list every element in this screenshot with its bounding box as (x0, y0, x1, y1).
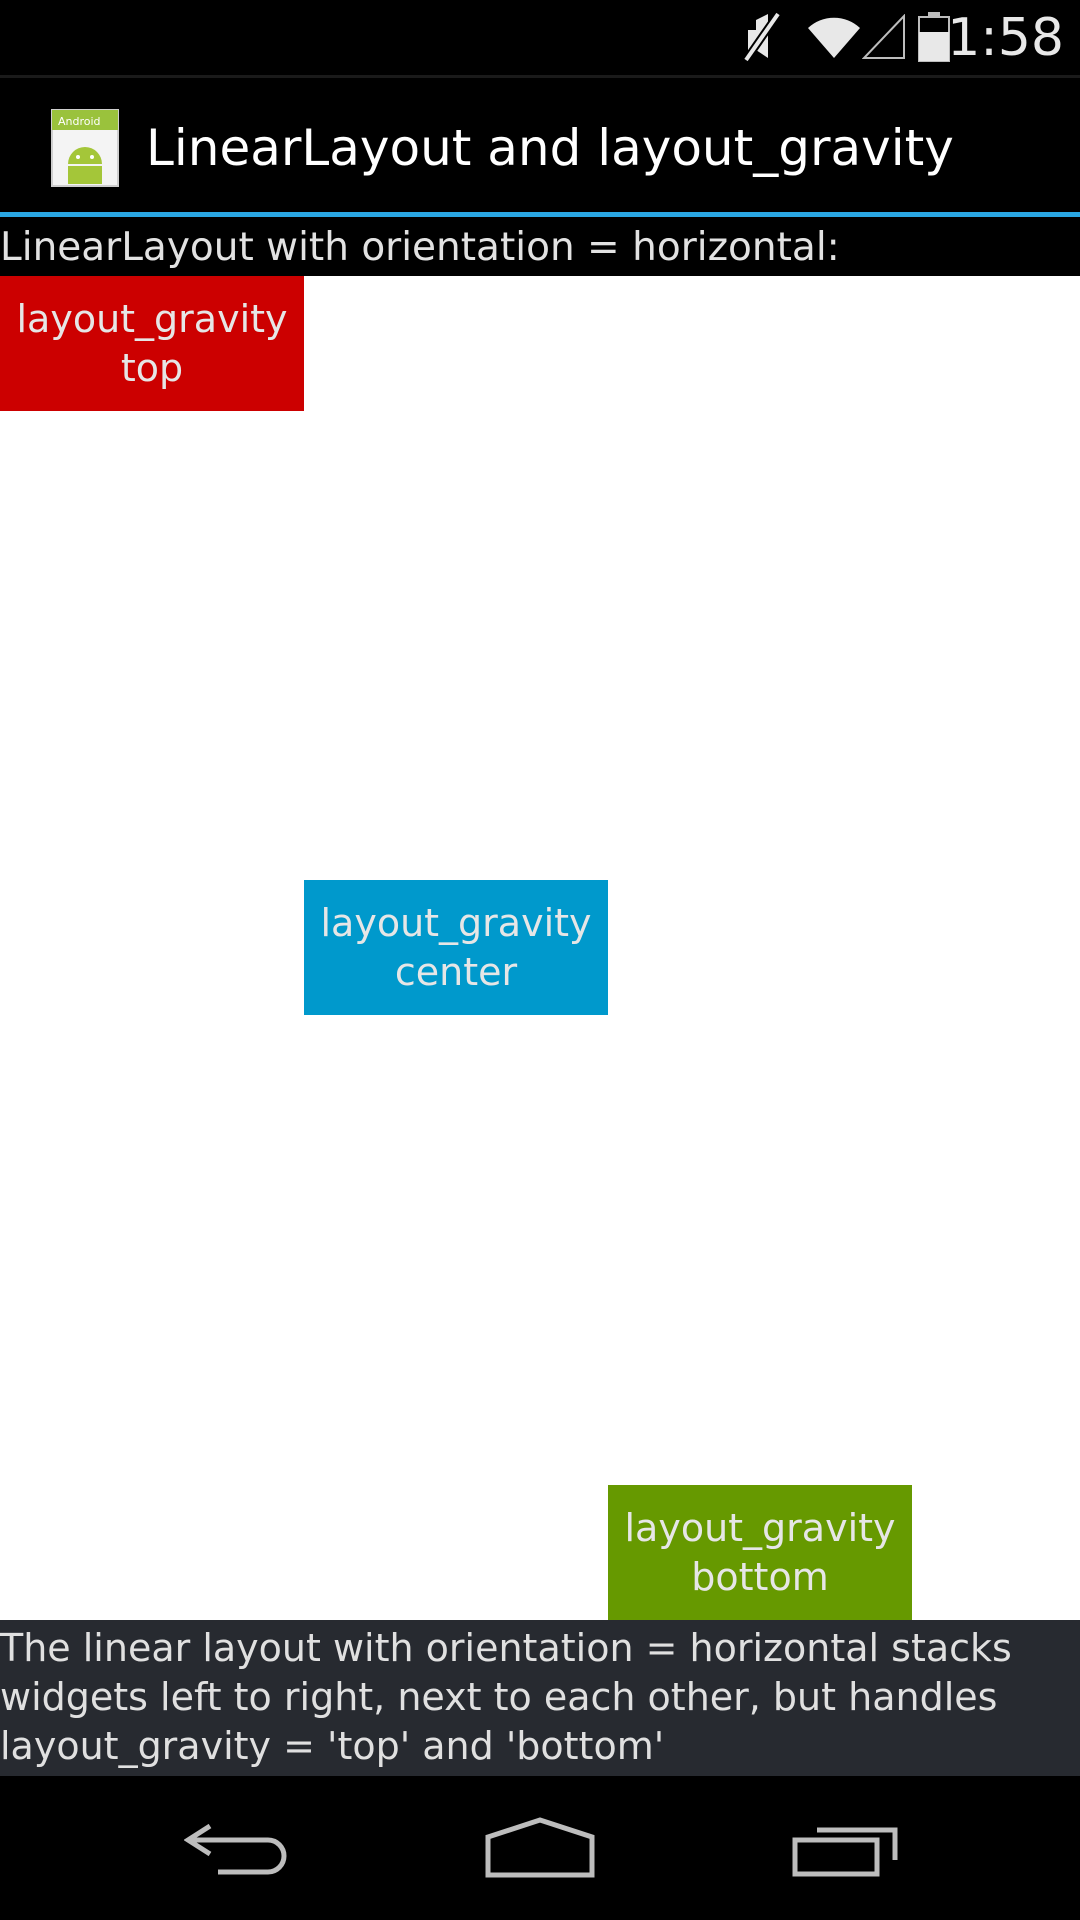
battery-icon (918, 12, 950, 62)
gravity-top-label: layout_gravity (16, 296, 288, 341)
gravity-center-value: center (394, 949, 518, 994)
nav-bar (0, 1776, 1080, 1920)
mute-icon (742, 11, 782, 63)
android-app-icon[interactable]: Android (50, 108, 120, 188)
linear-layout-container: layout_gravity top layout_gravity center… (0, 276, 1080, 1620)
gravity-top-value: top (120, 345, 184, 390)
home-button[interactable] (465, 1802, 615, 1894)
gravity-center-box: layout_gravity center (304, 880, 608, 1015)
action-bar-divider (0, 212, 1080, 217)
recent-apps-button[interactable] (770, 1802, 920, 1894)
status-time: 1:58 (947, 8, 1064, 68)
gravity-bottom-value: bottom (691, 1554, 829, 1599)
back-button[interactable] (164, 1802, 314, 1894)
action-bar: Android LinearLayout and layout_gravity (0, 78, 1080, 214)
gravity-top-box: layout_gravity top (0, 276, 304, 411)
gravity-bottom-label: layout_gravity (624, 1505, 896, 1550)
gravity-center-label: layout_gravity (320, 900, 592, 945)
status-bar: 1:58 (0, 0, 1080, 78)
layout-header-text: LinearLayout with orientation = horizont… (0, 220, 1080, 276)
back-icon (184, 1823, 287, 1875)
home-icon (485, 1817, 595, 1878)
signal-icon (862, 14, 905, 59)
recent-apps-icon (792, 1827, 898, 1877)
screen: 1:58 Android LinearLayout and layout_gra… (0, 0, 1080, 1920)
description-text: The linear layout with orientation = hor… (0, 1620, 1080, 1776)
wifi-icon (808, 17, 860, 58)
gravity-bottom-box: layout_gravity bottom (608, 1485, 912, 1620)
svg-text:Android: Android (58, 115, 101, 128)
app-title: LinearLayout and layout_gravity (146, 119, 954, 177)
